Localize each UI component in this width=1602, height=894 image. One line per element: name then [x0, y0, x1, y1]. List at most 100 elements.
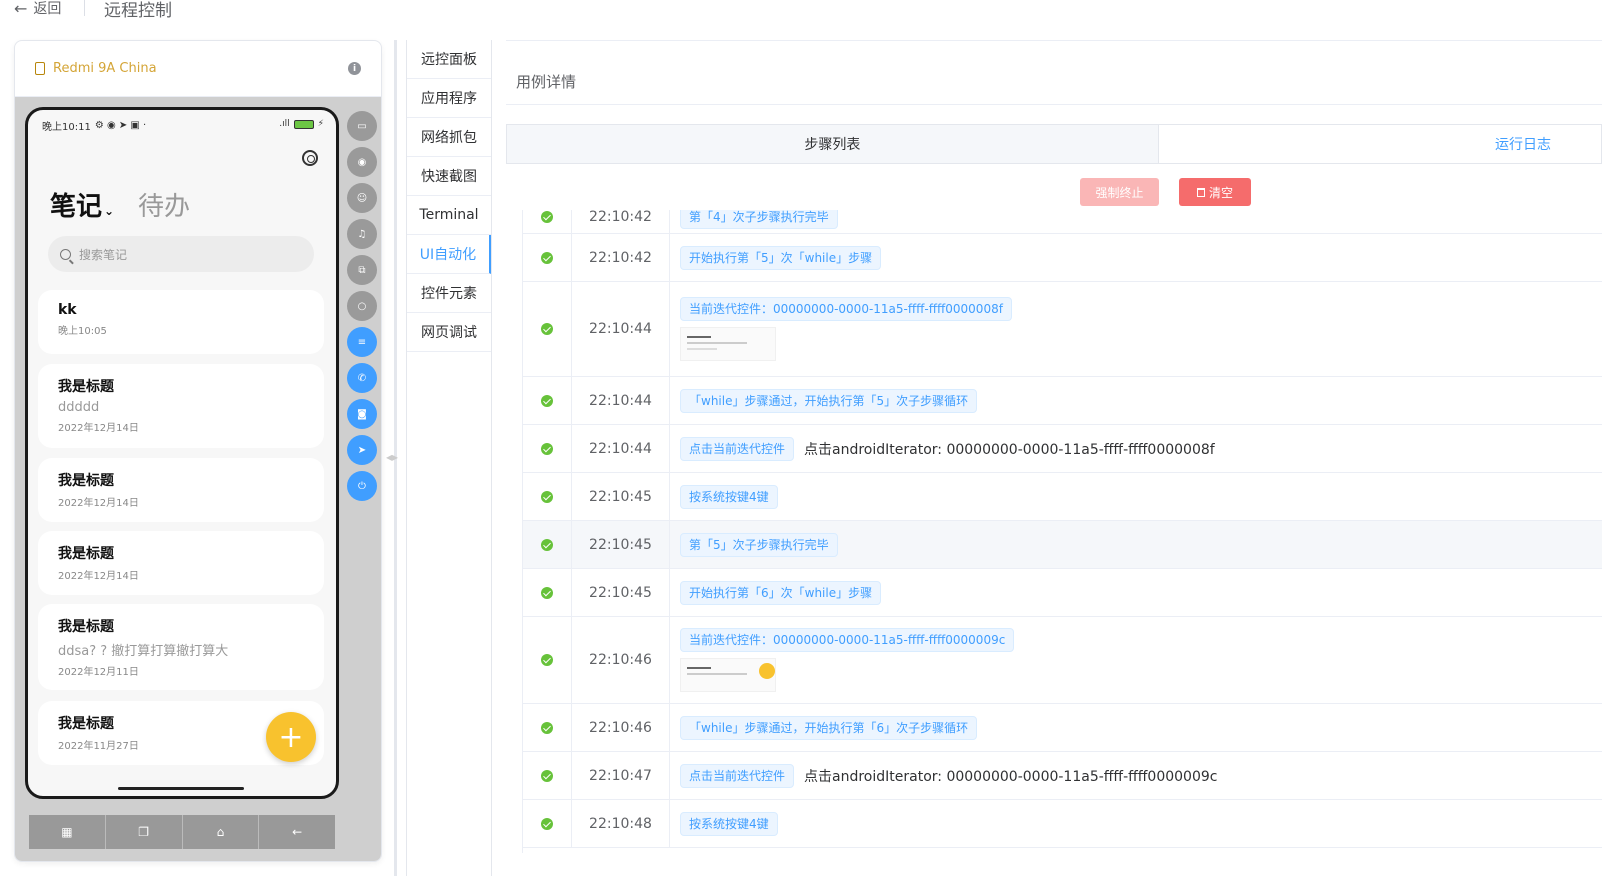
eye-icon[interactable]: ◉ — [347, 147, 377, 177]
message-cell: 点击当前迭代控件 点击androidIterator: 00000000-000… — [670, 436, 1215, 461]
note-body: ddsa? ? 撤打算打算撤打算大 — [58, 644, 229, 659]
phone-call-icon[interactable]: ✆ — [347, 363, 377, 393]
time-cell: 22:10:48 — [572, 800, 670, 847]
menu-item-remote-panel[interactable]: 远控面板 — [407, 40, 491, 79]
device-panel: Redmi 9A China i 晚上10:11 ⚙ ◉ ➤ ▣ · .ıll … — [14, 40, 382, 862]
time-cell: 22:10:44 — [572, 282, 670, 376]
clear-button[interactable]: 清空 — [1179, 178, 1251, 206]
menu-item-network-capture[interactable]: 网络抓包 — [407, 118, 491, 157]
notes-search-input[interactable]: 搜索笔记 — [48, 236, 314, 272]
drag-handle-icon[interactable]: ◂▸ — [386, 450, 398, 464]
device-nav-bar: ▦ ❐ ⌂ ← — [29, 815, 335, 849]
table-row: 22:10:42 第「4」次子步骤执行完毕 — [523, 210, 1602, 234]
note-card[interactable]: 我是标题 ddddd 2022年12月14日 — [38, 364, 324, 448]
recent-apps-icon[interactable]: ❐ — [106, 815, 183, 849]
menu-item-apps[interactable]: 应用程序 — [407, 79, 491, 118]
home-icon[interactable]: ⌂ — [183, 815, 260, 849]
tab-run-log[interactable]: 运行日志 — [1158, 125, 1601, 163]
time-cell: 22:10:46 — [572, 704, 670, 751]
message-cell: 当前迭代控件：00000000-0000-11a5-ffff-ffff00000… — [670, 628, 1015, 692]
message-cell: 「while」步骤通过，开始执行第「5」次子步骤循环 — [670, 388, 978, 413]
check-circle-icon — [541, 394, 553, 407]
table-row: 22:10:44 「while」步骤通过，开始执行第「5」次子步骤循环 — [523, 377, 1602, 425]
step-tag: 「while」步骤通过，开始执行第「5」次子步骤循环 — [680, 388, 978, 413]
note-title: 我是标题 — [58, 619, 114, 635]
step-log-table: 22:10:42 第「4」次子步骤执行完毕 22:10:42 开始执行第「5」次… — [522, 210, 1602, 853]
location-icon[interactable]: ➤ — [347, 435, 377, 465]
step-tag: 按系统按键4键 — [680, 811, 778, 836]
check-circle-icon — [541, 769, 553, 782]
status-time: 晚上10:11 — [42, 122, 91, 133]
message-cell: 「while」步骤通过，开始执行第「6」次子步骤循环 — [670, 715, 978, 740]
menu-item-elements[interactable]: 控件元素 — [407, 274, 491, 313]
table-row: 22:10:45 第「5」次子步骤执行完毕 — [523, 521, 1602, 569]
info-icon[interactable]: i — [348, 62, 361, 75]
copy-icon[interactable]: ⧉ — [347, 255, 377, 285]
status-cell — [523, 752, 572, 799]
note-date: 2022年12月14日 — [58, 571, 139, 582]
element-screenshot[interactable] — [680, 327, 776, 361]
phone-screen[interactable]: 晚上10:11 ⚙ ◉ ➤ ▣ · .ıll ⚡ 笔记 ⌄ 待办 搜索笔记 kk … — [25, 107, 339, 799]
force-stop-button[interactable]: 强制终止 — [1080, 178, 1159, 206]
detail-tabs: 步骤列表 运行日志 — [506, 124, 1602, 164]
phone-icon — [35, 62, 45, 75]
table-row: 22:10:45 按系统按键4键 — [523, 473, 1602, 521]
sliders-icon[interactable]: ≡ — [347, 327, 377, 357]
charging-icon: ⚡ — [317, 119, 324, 129]
check-circle-icon — [541, 586, 553, 599]
add-note-button[interactable]: + — [266, 712, 316, 762]
video-icon[interactable]: ▭ — [347, 111, 377, 141]
settings-icon[interactable] — [302, 150, 318, 166]
back-button[interactable]: ← 返回 — [14, 0, 61, 18]
menu-item-web-debug[interactable]: 网页调试 — [407, 313, 491, 352]
step-tag: 当前迭代控件：00000000-0000-11a5-ffff-ffff00000… — [680, 628, 1015, 652]
status-cell — [523, 617, 572, 703]
note-title: 我是标题 — [58, 379, 114, 395]
menu-item-ui-automation[interactable]: UI自动化 — [407, 235, 491, 274]
message-cell: 开始执行第「6」次「while」步骤 — [670, 580, 882, 605]
status-bar-right: .ıll ⚡ — [279, 119, 324, 129]
note-date: 2022年12月14日 — [58, 498, 139, 509]
section-title: 用例详情 — [516, 73, 577, 91]
message-cell: 点击当前迭代控件 点击androidIterator: 00000000-000… — [670, 763, 1217, 788]
status-bar: 晚上10:11 ⚙ ◉ ➤ ▣ · — [42, 118, 146, 133]
camera-icon[interactable]: ◙ — [347, 399, 377, 429]
chevron-down-icon: ⌄ — [104, 204, 115, 218]
menu-item-screenshot[interactable]: 快速截图 — [407, 157, 491, 196]
case-detail-panel: 用例详情 步骤列表 运行日志 强制终止 清空 22:10:42 第「4」次子步骤… — [506, 40, 1602, 876]
note-card[interactable]: 我是标题 ddsa? ? 撤打算打算撤打算大 2022年12月11日 — [38, 604, 324, 690]
divider — [506, 40, 1602, 41]
user-icon[interactable]: ☺ — [347, 183, 377, 213]
note-card[interactable]: kk 晚上10:05 — [38, 290, 324, 354]
table-row: 22:10:46 当前迭代控件：00000000-0000-11a5-ffff-… — [523, 617, 1602, 704]
time-cell: 22:10:46 — [572, 617, 670, 703]
menu-item-terminal[interactable]: Terminal — [407, 196, 491, 235]
apps-icon[interactable]: ▦ — [29, 815, 106, 849]
table-row: 22:10:42 开始执行第「5」次「while」步骤 — [523, 234, 1602, 282]
table-row: 22:10:48 按系统按键4键 — [523, 800, 1602, 848]
search-placeholder: 搜索笔记 — [79, 247, 128, 262]
table-row: 22:10:45 开始执行第「6」次「while」步骤 — [523, 569, 1602, 617]
status-icons: ⚙ ◉ ➤ ▣ · — [94, 120, 147, 131]
message-cell: 当前迭代控件：00000000-0000-11a5-ffff-ffff00000… — [670, 297, 1012, 361]
message-cell: 开始执行第「5」次「while」步骤 — [670, 245, 882, 270]
tab-steps[interactable]: 步骤列表 — [507, 125, 1159, 163]
note-date: 2022年12月11日 — [58, 667, 139, 678]
time-cell: 22:10:45 — [572, 473, 670, 520]
note-date: 晚上10:05 — [58, 326, 107, 337]
note-card[interactable]: 我是标题 2022年12月14日 — [38, 458, 324, 522]
note-date: 2022年12月14日 — [58, 423, 139, 434]
headset-icon[interactable]: ♫ — [347, 219, 377, 249]
time-cell: 22:10:42 — [572, 210, 670, 233]
tab-todo[interactable]: 待办 — [138, 186, 190, 223]
device-toolbar: ▭ ◉ ☺ ♫ ⧉ ○ ≡ ✆ ◙ ➤ ⏻ — [347, 111, 379, 507]
back-arrow-icon[interactable]: ← — [259, 815, 335, 849]
element-screenshot[interactable] — [680, 658, 776, 692]
arrow-left-icon: ← — [14, 0, 28, 18]
search-icon[interactable]: ○ — [347, 291, 377, 321]
status-cell — [523, 425, 572, 472]
trash-icon — [1196, 187, 1205, 197]
power-icon[interactable]: ⏻ — [347, 471, 377, 501]
note-card[interactable]: 我是标题 2022年12月14日 — [38, 531, 324, 595]
tab-notes[interactable]: 笔记 ⌄ — [50, 186, 114, 223]
